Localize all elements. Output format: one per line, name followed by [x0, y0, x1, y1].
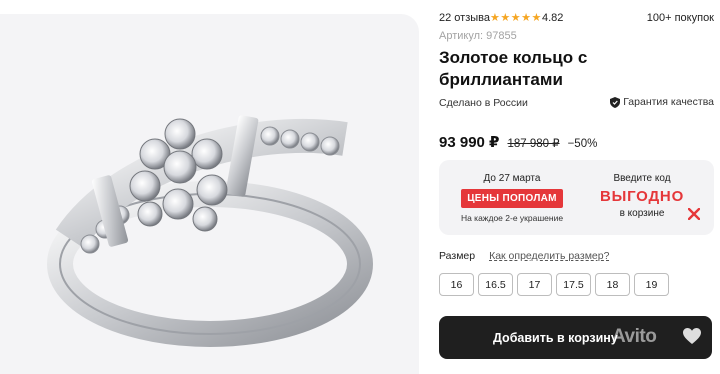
sku: Артикул: 97855 — [439, 30, 517, 42]
shield-icon — [610, 96, 621, 108]
size-option[interactable]: 19 — [634, 273, 669, 296]
quality-guarantee[interactable]: Гарантия качества — [610, 96, 714, 108]
close-icon[interactable] — [688, 208, 700, 220]
size-header: Размер Как определить размер? — [439, 250, 609, 262]
promo-code: ВЫГОДНО — [599, 188, 685, 205]
promo-note: На каждое 2-е украшение — [460, 213, 564, 223]
promo-code-note: в корзине — [619, 208, 665, 219]
price-row: 93 990 ₽ 187 980 ₽ −50% — [439, 133, 597, 151]
quality-label: Гарантия качества — [623, 96, 714, 108]
product-title: Золотое кольцо с бриллиантами — [439, 48, 588, 89]
size-option[interactable]: 17 — [517, 273, 552, 296]
origin-label: Сделано в России — [439, 97, 528, 109]
promo-banner[interactable]: До 27 марта ЦЕНЫ ПОПОЛАМ На каждое 2-е у… — [439, 160, 714, 235]
product-image-panel[interactable] — [0, 14, 419, 374]
size-option[interactable]: 18 — [595, 273, 630, 296]
old-price: 187 980 ₽ — [507, 138, 560, 150]
rating-row: 22 отзыва ★★★★★ 4.82 100+ покупок — [439, 12, 714, 26]
promo-code-block: Введите код ВЫГОДНО в корзине — [582, 173, 702, 219]
diamond-ring-icon — [47, 115, 373, 347]
size-option[interactable]: 16.5 — [478, 273, 513, 296]
current-price: 93 990 ₽ — [439, 134, 500, 151]
discount-badge: −50% — [567, 138, 598, 150]
size-options: 16 16.5 17 17.5 18 19 — [439, 273, 669, 296]
rating-stars-icon: ★★★★★ — [490, 12, 542, 24]
size-option[interactable]: 16 — [439, 273, 474, 296]
promo-code-label: Введите код — [613, 173, 671, 184]
promo-badge: ЦЕНЫ ПОПОЛАМ — [461, 189, 563, 208]
size-label: Размер — [439, 250, 476, 262]
promo-sale: До 27 марта ЦЕНЫ ПОПОЛАМ На каждое 2-е у… — [447, 173, 577, 223]
purchases-count: 100+ покупок — [646, 12, 714, 24]
rating-value: 4.82 — [542, 12, 564, 24]
heart-icon[interactable] — [682, 327, 702, 345]
avito-watermark: Avito — [612, 326, 657, 347]
size-guide-link[interactable]: Как определить размер? — [489, 250, 609, 262]
reviews-link[interactable]: 22 отзыва — [439, 12, 490, 24]
promo-date: До 27 марта — [483, 173, 541, 184]
size-option[interactable]: 17.5 — [556, 273, 591, 296]
add-to-cart-button[interactable]: Добавить в корзину — [439, 316, 712, 359]
